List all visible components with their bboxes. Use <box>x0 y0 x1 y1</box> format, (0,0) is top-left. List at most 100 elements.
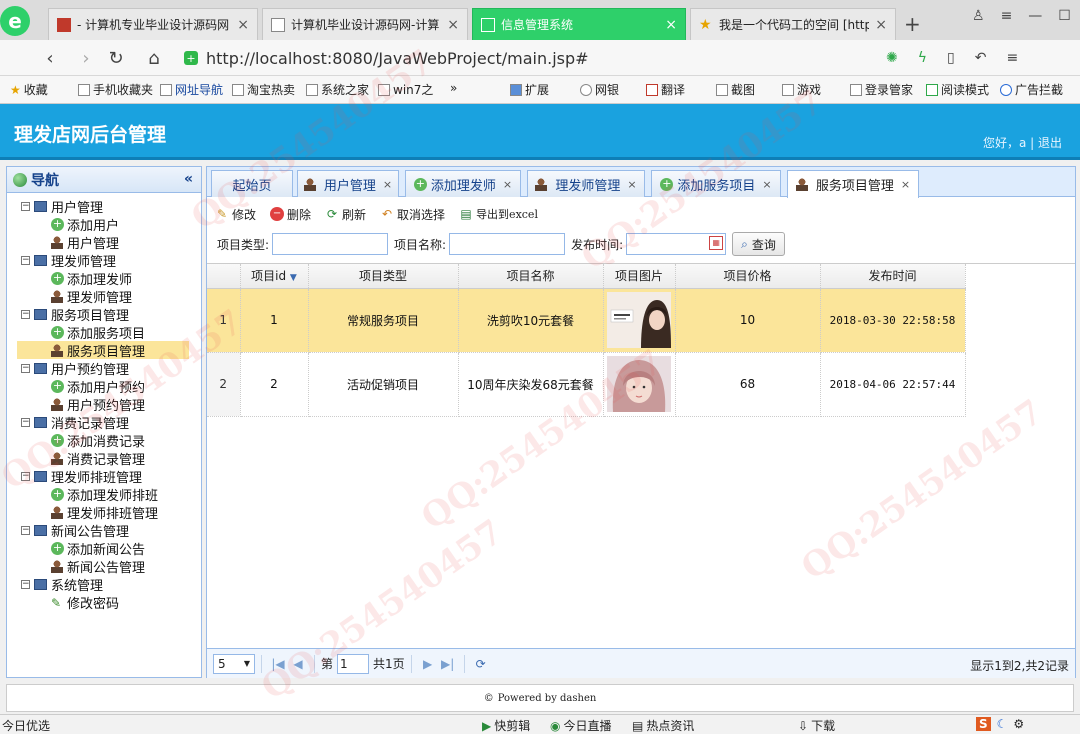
next-page-button[interactable]: ▶ <box>418 657 438 671</box>
nav-item[interactable]: + 添加理发师 <box>7 269 201 288</box>
bookmark-extension[interactable]: 扩展 <box>510 81 549 98</box>
nav-item[interactable]: ✎ 修改密码 <box>7 593 201 612</box>
last-page-button[interactable]: ▶| <box>438 657 458 671</box>
first-page-button[interactable]: |◀ <box>268 657 288 671</box>
status-news[interactable]: ▤ 热点资讯 <box>632 717 694 734</box>
column-header-name[interactable]: 项目名称 <box>458 264 604 289</box>
collapse-toggle-icon[interactable]: − <box>21 201 30 211</box>
nav-group[interactable]: − 系统管理 <box>7 575 201 594</box>
close-icon[interactable]: × <box>665 17 677 33</box>
nav-group[interactable]: − 理发师管理 <box>7 251 201 270</box>
edit-button[interactable]: ✎ 修改 <box>215 206 256 223</box>
bookmark-translate[interactable]: 翻译 <box>646 81 685 98</box>
page-size-select[interactable]: 5 ▼ <box>213 653 255 674</box>
close-icon[interactable]: × <box>875 17 887 33</box>
column-header-image[interactable]: 项目图片 <box>603 264 676 289</box>
nav-item[interactable]: + 添加服务项目 <box>7 323 201 342</box>
bookmark-navigation[interactable]: 网址导航 <box>160 81 223 98</box>
bookmark-adblock[interactable]: 广告拦截 <box>1000 81 1063 98</box>
nav-group[interactable]: − 用户预约管理 <box>7 359 201 378</box>
undo-icon[interactable]: ↶ <box>975 50 987 66</box>
nav-group[interactable]: − 服务项目管理 <box>7 305 201 324</box>
collapse-toggle-icon[interactable]: − <box>21 525 30 535</box>
status-live[interactable]: ◉ 今日直播 <box>550 717 612 734</box>
refresh-button[interactable]: ⟳ 刷新 <box>325 206 366 223</box>
tab-barber-manage[interactable]: 理发师管理 × <box>527 170 645 197</box>
browser-tab-2[interactable]: 计算机毕业设计源码网-计算 × <box>262 8 468 40</box>
page-number-input[interactable]: 1 <box>337 653 370 674</box>
collapse-toggle-icon[interactable]: − <box>21 471 30 481</box>
reload-button[interactable]: ↻ <box>104 46 128 70</box>
bookmark-login[interactable]: 登录管家 <box>850 81 913 98</box>
column-header-id[interactable]: 项目id ▼ <box>240 264 309 289</box>
home-button[interactable]: ⌂ <box>142 46 166 70</box>
phone-icon[interactable]: ▯ <box>947 50 955 66</box>
status-download[interactable]: ⇩ 下载 <box>798 717 835 734</box>
tab-add-service[interactable]: + 添加服务项目 × <box>651 170 781 197</box>
maximize-icon[interactable]: ☐ <box>1058 8 1071 24</box>
time-input[interactable]: ▦ <box>626 233 727 255</box>
moon-icon[interactable]: ☾ <box>997 717 1008 731</box>
close-icon[interactable]: × <box>503 178 512 191</box>
nav-item[interactable]: 新闻公告管理 <box>7 557 201 576</box>
bookmark-screenshot[interactable]: 截图 <box>716 81 755 98</box>
lightning-icon[interactable]: ϟ <box>918 50 927 66</box>
refresh-icon[interactable]: ⟳ <box>471 657 491 671</box>
collapse-toggle-icon[interactable]: − <box>21 417 30 427</box>
bookmark-xitong[interactable]: 系统之家 <box>306 81 369 98</box>
bookmark-games[interactable]: 游戏 <box>782 81 821 98</box>
ime-icon[interactable]: S <box>976 717 991 731</box>
status-left[interactable]: 今日优选 <box>2 717 50 734</box>
minimize-icon[interactable]: — <box>1028 8 1042 24</box>
nav-item[interactable]: 理发师管理 <box>7 287 201 306</box>
nav-item[interactable]: 用户预约管理 <box>7 395 201 414</box>
nav-item[interactable]: + 添加用户预约 <box>7 377 201 396</box>
tab-add-barber[interactable]: + 添加理发师 × <box>405 170 521 197</box>
browser-tab-3[interactable]: 信息管理系统 × <box>472 8 686 40</box>
url-field[interactable]: + http://localhost:8080/JavaWebProject/m… <box>184 46 954 70</box>
bookmark-favorites[interactable]: ★ 收藏 <box>10 81 48 98</box>
tab-user-manage[interactable]: 用户管理 × <box>297 170 399 197</box>
nav-item[interactable]: 用户管理 <box>7 233 201 252</box>
nav-group[interactable]: − 用户管理 <box>7 197 201 216</box>
nav-item[interactable]: + 添加新闻公告 <box>7 539 201 558</box>
bookmark-reader[interactable]: 阅读模式 <box>926 81 989 98</box>
back-button[interactable]: ‹ <box>38 46 62 70</box>
nav-group[interactable]: − 理发师排班管理 <box>7 467 201 486</box>
name-input[interactable] <box>449 233 566 255</box>
menu-icon[interactable]: ≡ <box>1001 8 1013 24</box>
browser-tab-1[interactable]: - 计算机专业毕业设计源码网 × <box>48 8 258 40</box>
close-icon[interactable]: × <box>762 178 771 191</box>
close-icon[interactable]: × <box>237 17 249 33</box>
nav-item[interactable]: + 添加消费记录 <box>7 431 201 450</box>
close-icon[interactable]: × <box>627 178 636 191</box>
close-icon[interactable]: × <box>447 17 459 33</box>
bookmark-win7[interactable]: win7之 <box>378 81 433 98</box>
calendar-icon[interactable]: ▦ <box>709 236 724 250</box>
tab-start[interactable]: 起始页 <box>211 170 293 197</box>
bookmark-mobile[interactable]: 手机收藏夹 <box>78 81 153 98</box>
query-button[interactable]: ⌕ 查询 <box>732 232 785 256</box>
nav-item[interactable]: 服务项目管理 <box>17 341 189 360</box>
status-quick-clip[interactable]: ▶ 快剪辑 <box>482 717 530 734</box>
nav-item[interactable]: 理发师排班管理 <box>7 503 201 522</box>
close-icon[interactable]: × <box>383 178 392 191</box>
nav-item[interactable]: + 添加用户 <box>7 215 201 234</box>
column-header-price[interactable]: 项目价格 <box>675 264 821 289</box>
column-header-time[interactable]: 发布时间 <box>820 264 966 289</box>
prev-page-button[interactable]: ◀ <box>288 657 308 671</box>
bookmarks-more[interactable]: » <box>450 81 457 95</box>
nav-item[interactable]: + 添加理发师排班 <box>7 485 201 504</box>
collapse-toggle-icon[interactable]: − <box>21 255 30 265</box>
bookmark-bank[interactable]: 网银 <box>580 81 619 98</box>
settings-icon[interactable]: ⚙ <box>1013 717 1024 731</box>
extension-icon[interactable]: ✺ <box>886 50 898 66</box>
tab-service-manage[interactable]: 服务项目管理 × <box>787 170 919 198</box>
export-excel-button[interactable]: ▤ 导出到excel <box>459 206 538 222</box>
main-menu-icon[interactable]: ≡ <box>1006 50 1018 66</box>
skin-icon[interactable]: ♙ <box>972 8 985 24</box>
nav-group[interactable]: − 消费记录管理 <box>7 413 201 432</box>
cancel-select-button[interactable]: ↶ 取消选择 <box>380 206 445 223</box>
nav-item[interactable]: 消费记录管理 <box>7 449 201 468</box>
forward-button[interactable]: › <box>74 46 98 70</box>
